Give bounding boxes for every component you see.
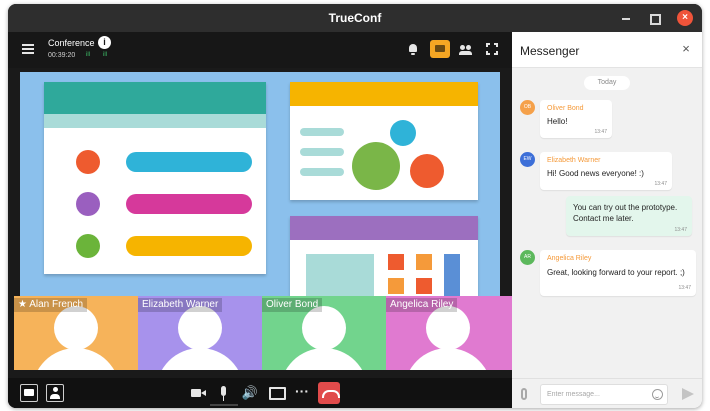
card-subheader-band [44,114,266,128]
close-icon[interactable]: × [678,41,694,57]
call-controls: 🔊 ··· [8,378,512,408]
illustration-pill [300,128,344,136]
avatar-body [404,348,492,370]
message-sender: Oliver Bond [547,105,584,112]
shared-card-illustration [290,216,478,296]
card-header-band [44,82,266,114]
camera-icon[interactable] [190,384,208,402]
shared-card-illustration [44,82,266,274]
conference-timer: 00:39:20 [48,52,76,59]
illustration-block [416,278,432,294]
avatar [426,306,470,350]
avatar: OB [520,100,535,115]
hang-up-button[interactable] [318,382,340,404]
microphone-icon[interactable] [215,384,233,402]
message-time: 13:47 [678,285,691,291]
illustration-block [388,254,404,270]
conference-header: Conference i 00:39:20 ill ill [8,32,512,68]
more-options-icon[interactable]: ··· [293,384,311,402]
message-text: Hello! [547,117,568,126]
own-message-bubble: You can try out the prototype. Contact m… [566,196,692,236]
illustration-block [306,254,374,296]
fullscreen-icon[interactable] [486,43,498,55]
illustration-block [388,278,404,294]
message-time: 13:47 [654,181,667,187]
card-header-band [290,82,478,106]
avatar-body [32,348,120,370]
message-time: 13:47 [674,227,687,233]
send-icon[interactable] [682,388,694,400]
self-view-icon[interactable] [46,384,64,402]
participant-name: ★ Alan French [14,298,88,312]
share-screen-icon[interactable] [267,384,286,402]
message-text: Contact me later. [573,214,634,223]
message-text: Hi! Good news everyone! :) [547,169,644,178]
menu-icon[interactable] [22,44,34,54]
message-time: 13:47 [594,129,607,135]
participant-name: Angelica Riley [386,298,458,312]
message-sender: Angelica Riley [547,255,592,262]
participant-tile[interactable]: Angelica Riley [386,296,512,370]
participant-tile[interactable]: Elizabeth Warner [138,296,262,370]
signal-indicator-icon: ill [103,52,107,58]
message-composer [512,378,702,408]
shared-card-illustration [290,82,478,200]
emoji-icon[interactable] [652,389,663,400]
illustration-bar [126,236,252,256]
illustration-dot [352,142,400,190]
participant-name: Oliver Bond [262,298,323,312]
participant-name: Elizabeth Warner [138,298,223,312]
card-header-band [290,216,478,240]
conference-area: Conference i 00:39:20 ill ill ★ Alan Fre… [8,32,512,408]
avatar: AR [520,250,535,265]
messenger-panel: Messenger × Today OB Oliver Bond Hello! … [512,32,702,408]
message-bubble: Angelica Riley Great, looking forward to… [540,250,696,296]
illustration-pill [300,148,344,156]
message-text: You can try out the prototype. [573,203,678,212]
illustration-block [444,254,460,296]
message-sender: Elizabeth Warner [547,157,601,164]
illustration-bar [126,194,252,214]
avatar [178,306,222,350]
speaker-icon[interactable]: 🔊 [241,384,259,402]
avatar-body [156,348,244,370]
shared-screen [20,72,500,296]
illustration-block [416,254,432,270]
attach-icon[interactable] [521,388,527,400]
message-input[interactable] [540,384,668,405]
participants-icon[interactable] [459,42,473,56]
chat-toggle-button[interactable] [430,40,450,58]
avatar: EW [520,152,535,167]
minimize-button[interactable] [618,10,634,26]
illustration-dot [390,120,416,146]
message-bubble: Oliver Bond Hello! 13:47 [540,100,612,138]
info-icon[interactable]: i [98,36,111,49]
participant-tile[interactable]: ★ Alan French [14,296,138,370]
window-title: TrueConf [328,11,382,25]
illustration-dot [76,150,100,174]
message-bubble: Elizabeth Warner Hi! Good news everyone!… [540,152,672,190]
illustration-pill [300,168,344,176]
maximize-button[interactable] [646,10,662,26]
close-window-button[interactable]: × [677,10,693,26]
illustration-dot [76,234,100,258]
messenger-header: Messenger × [512,32,702,68]
illustration-dot [410,154,444,188]
microphone-level [210,404,238,406]
message-text: Great, looking forward to your report. ;… [547,268,685,277]
bell-icon[interactable] [406,42,420,56]
conference-title: Conference [48,38,95,48]
date-separator: Today [584,76,630,90]
app-window: TrueConf × Conference i 00:39:20 ill ill [8,4,702,408]
illustration-bar [126,152,252,172]
avatar [54,306,98,350]
chat-panel-icon[interactable] [20,384,38,402]
avatar-body [280,348,368,370]
illustration-dot [76,192,100,216]
participant-tile[interactable]: Oliver Bond [262,296,386,370]
messenger-title: Messenger [520,44,580,58]
title-bar: TrueConf × [8,4,702,32]
signal-indicator-icon: ill [86,52,90,58]
avatar [302,306,346,350]
